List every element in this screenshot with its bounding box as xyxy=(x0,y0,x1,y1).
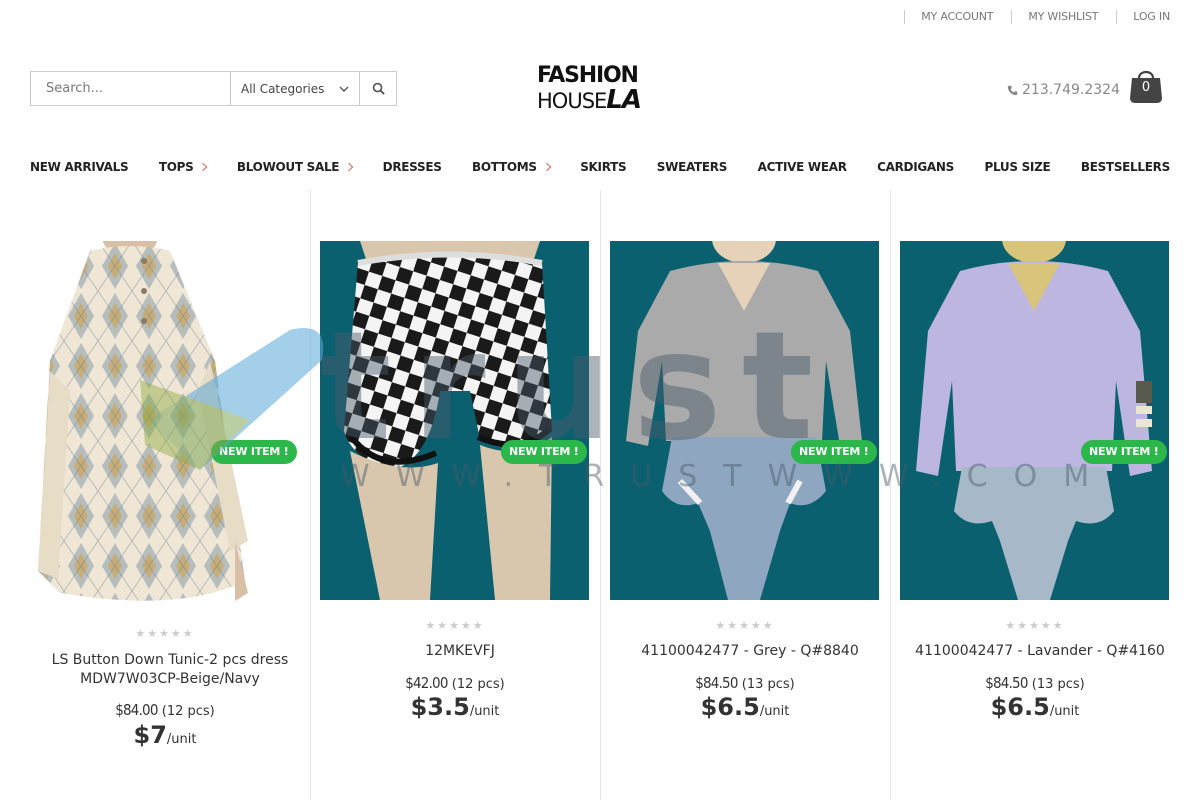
product-card[interactable]: NEW ITEM ! ★★★★★ LS Button Down Tunic-2 … xyxy=(20,190,310,800)
logo-la: LA xyxy=(606,85,642,115)
product-card[interactable]: NEW ITEM ! ★★★★★ 41100042477 - Grey - Q#… xyxy=(600,190,890,800)
nav-item-tops[interactable]: TOPS xyxy=(158,160,208,174)
checkered-shorts-photo xyxy=(320,241,589,600)
pack-price: $42.00 xyxy=(405,674,448,692)
pack-quantity: (12 pcs) xyxy=(161,704,215,719)
search-input[interactable] xyxy=(30,71,230,106)
pack-quantity: (13 pcs) xyxy=(1031,677,1085,692)
nav-item-label: NEW ARRIVALS xyxy=(30,160,129,174)
nav-item-label: BOTTOMS xyxy=(472,160,537,174)
search-icon xyxy=(372,82,385,95)
pack-quantity: (12 pcs) xyxy=(451,677,505,692)
unit-price: $3.5 xyxy=(410,693,470,721)
chevron-down-icon xyxy=(344,162,354,172)
unit-price-row: $7/unit xyxy=(20,721,310,749)
nav-item-dresses[interactable]: DRESSES xyxy=(383,160,442,174)
nav-item-bottoms[interactable]: BOTTOMS xyxy=(472,160,551,174)
grey-sweater-photo xyxy=(610,241,879,600)
chevron-down-icon xyxy=(542,162,551,172)
pack-quantity: (13 pcs) xyxy=(741,677,795,692)
category-select-value: All Categories xyxy=(241,81,325,96)
rating-stars: ★★★★★ xyxy=(715,619,775,632)
nav-item-label: CARDIGANS xyxy=(877,160,955,174)
unit-price: $6.5 xyxy=(700,693,760,721)
unit-price-row: $3.5/unit xyxy=(310,693,600,721)
category-select[interactable]: All Categories xyxy=(230,71,360,106)
new-item-badge: NEW ITEM ! xyxy=(791,440,877,464)
search-bar: All Categories xyxy=(30,71,397,106)
rating-stars: ★★★★★ xyxy=(135,627,195,640)
phone-text: 213.749.2324 xyxy=(1022,82,1120,98)
new-item-badge: NEW ITEM ! xyxy=(501,440,587,464)
logo-line-1: FASHION xyxy=(537,63,639,88)
unit-price: $7 xyxy=(133,721,167,749)
search-button[interactable] xyxy=(360,71,397,106)
nav-item-label: DRESSES xyxy=(382,160,442,174)
nav-item-cardigans[interactable]: CARDIGANS xyxy=(877,160,954,174)
product-name[interactable]: LS Button Down Tunic-2 pcs dress MDW7W03… xyxy=(50,651,290,689)
nav-item-plus-size[interactable]: PLUS SIZE xyxy=(984,160,1050,174)
new-item-badge: NEW ITEM ! xyxy=(211,440,297,464)
rating-stars: ★★★★★ xyxy=(425,619,485,632)
my-account-link[interactable]: MY ACCOUNT xyxy=(904,10,994,24)
product-card[interactable]: NEW ITEM ! ★★★★★ 41100042477 - Lavander … xyxy=(890,190,1180,800)
pack-price-row: $42.00 (12 pcs) xyxy=(310,674,600,692)
unit-price-row: $6.5/unit xyxy=(890,693,1180,721)
my-wishlist-link[interactable]: MY WISHLIST xyxy=(1011,10,1098,24)
product-image[interactable] xyxy=(610,241,879,600)
chevron-down-icon xyxy=(339,86,349,92)
nav-item-active-wear[interactable]: ACTIVE WEAR xyxy=(758,160,847,174)
unit-label: /unit xyxy=(469,704,500,719)
pack-price-row: $84.50 (13 pcs) xyxy=(890,674,1180,692)
new-item-badge: NEW ITEM ! xyxy=(1081,440,1167,464)
logo-house: HOUSE xyxy=(537,89,607,113)
nav-item-skirts[interactable]: SKIRTS xyxy=(580,160,626,174)
nav-item-label: BESTSELLERS xyxy=(1080,160,1170,174)
nav-item-label: PLUS SIZE xyxy=(984,160,1051,174)
pack-price: $84.50 xyxy=(695,674,738,692)
main-nav: NEW ARRIVALS TOPS BLOWOUT SALE DRESSES BOTTO… xyxy=(30,160,1170,174)
nav-item-label: ACTIVE WEAR xyxy=(757,160,847,174)
lavender-top-photo xyxy=(900,241,1169,600)
cart-count: 0 xyxy=(1141,80,1151,95)
unit-label: /unit xyxy=(1049,704,1080,719)
nav-item-new-arrivals[interactable]: NEW ARRIVALS xyxy=(30,160,129,174)
pack-price-row: $84.50 (13 pcs) xyxy=(600,674,890,692)
unit-label: /unit xyxy=(166,732,197,747)
product-card[interactable]: NEW ITEM ! ★★★★★ 12MKEVFJ $42.00 (12 pcs… xyxy=(310,190,600,800)
nav-item-blowout-sale[interactable]: BLOWOUT SALE xyxy=(236,160,354,174)
product-image[interactable] xyxy=(320,241,589,600)
nav-item-label: SKIRTS xyxy=(580,160,627,174)
nav-item-sweaters[interactable]: SWEATERS xyxy=(656,160,728,174)
product-name[interactable]: 41100042477 - Grey - Q#8840 xyxy=(620,642,880,661)
chevron-down-icon xyxy=(199,162,208,172)
tunic-dress-photo xyxy=(30,241,299,608)
phone-icon xyxy=(1007,85,1018,95)
cart-button[interactable]: 0 xyxy=(1128,66,1164,104)
unit-label: /unit xyxy=(759,704,790,719)
phone-number[interactable]: 213.749.2324 xyxy=(1007,82,1120,98)
pack-price: $84.50 xyxy=(985,674,1028,692)
nav-item-label: BLOWOUT SALE xyxy=(236,160,340,174)
nav-item-label: TOPS xyxy=(158,160,194,174)
product-name[interactable]: 12MKEVFJ xyxy=(340,642,580,661)
nav-item-bestsellers[interactable]: BESTSELLERS xyxy=(1081,160,1170,174)
top-links-bar: MY ACCOUNT MY WISHLIST LOG IN xyxy=(886,0,1170,34)
product-image[interactable] xyxy=(30,241,299,608)
product-name[interactable]: 41100042477 - Lavander - Q#4160 xyxy=(910,642,1170,661)
site-logo[interactable]: FASHION HOUSE LA xyxy=(537,64,667,118)
unit-price-row: $6.5/unit xyxy=(600,693,890,721)
pack-price-row: $84.00 (12 pcs) xyxy=(20,701,310,719)
product-image[interactable] xyxy=(900,241,1169,600)
nav-item-label: SWEATERS xyxy=(656,160,728,174)
unit-price: $6.5 xyxy=(990,693,1050,721)
pack-price: $84.00 xyxy=(115,701,158,719)
rating-stars: ★★★★★ xyxy=(1005,619,1065,632)
login-link[interactable]: LOG IN xyxy=(1116,10,1170,24)
